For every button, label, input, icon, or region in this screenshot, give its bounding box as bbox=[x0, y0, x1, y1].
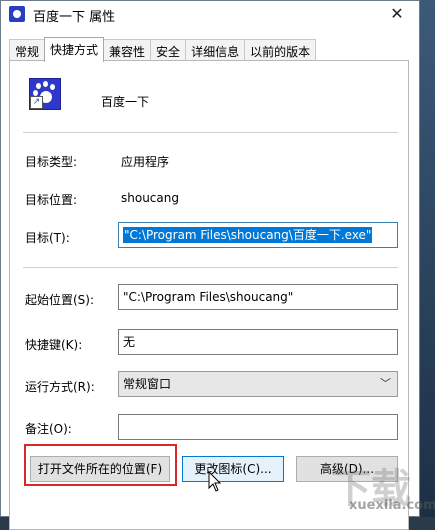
desktop-background-strip bbox=[420, 0, 435, 517]
target-type-label: 目标类型: bbox=[25, 155, 78, 169]
start-in-input[interactable]: "C:\Program Files\shoucang" bbox=[118, 284, 398, 310]
run-selected-value: 常规窗口 bbox=[123, 377, 172, 391]
tab-previous-versions[interactable]: 以前的版本 bbox=[244, 39, 317, 62]
hotkey-input[interactable]: 无 bbox=[118, 329, 398, 355]
hotkey-label: 快捷键(K): bbox=[25, 338, 83, 352]
change-icon-button[interactable]: 更改图标(C)... bbox=[182, 456, 284, 482]
shortcut-arrow-icon: ↗ bbox=[30, 96, 43, 109]
tab-shortcut[interactable]: 快捷方式 bbox=[44, 37, 105, 62]
start-in-label: 起始位置(S): bbox=[25, 293, 95, 307]
tab-strip: 常规 快捷方式 兼容性 安全 详细信息 以前的版本 bbox=[9, 37, 317, 62]
divider bbox=[23, 132, 398, 133]
watermark-url: xuexila.com bbox=[349, 498, 435, 513]
baidu-title-icon bbox=[9, 6, 25, 22]
tab-compatibility[interactable]: 兼容性 bbox=[103, 39, 152, 62]
highlight-annotation bbox=[24, 444, 177, 486]
target-type-value: 应用程序 bbox=[121, 155, 170, 169]
run-select[interactable]: 常规窗口 ﹀ bbox=[118, 371, 398, 397]
properties-dialog: 百度一下 属性 ✕ 常规 快捷方式 兼容性 安全 详细信息 以前的版本 ↗ 百度… bbox=[0, 0, 435, 530]
window-title: 百度一下 属性 bbox=[33, 10, 116, 25]
tab-security[interactable]: 安全 bbox=[150, 39, 187, 62]
tab-general[interactable]: 常规 bbox=[9, 39, 46, 62]
target-input[interactable]: "C:\Program Files\shoucang\百度一下.exe" bbox=[118, 222, 398, 248]
close-icon[interactable]: ✕ bbox=[383, 3, 411, 25]
target-label: 目标(T): bbox=[25, 231, 70, 245]
comment-label: 备注(O): bbox=[25, 422, 72, 436]
title-bar: 百度一下 属性 ✕ bbox=[1, 1, 419, 29]
shortcut-name: 百度一下 bbox=[101, 95, 150, 109]
divider bbox=[23, 267, 398, 268]
baidu-paw-shortcut-icon: ↗ bbox=[29, 78, 61, 110]
target-location-label: 目标位置: bbox=[25, 193, 78, 207]
target-value: "C:\Program Files\shoucang\百度一下.exe" bbox=[123, 227, 373, 243]
comment-input[interactable] bbox=[118, 414, 398, 440]
chevron-down-icon: ﹀ bbox=[380, 377, 391, 390]
run-label: 运行方式(R): bbox=[25, 380, 95, 394]
tab-details[interactable]: 详细信息 bbox=[185, 39, 246, 62]
mouse-cursor-icon bbox=[208, 471, 222, 492]
target-location-value: shoucang bbox=[121, 191, 179, 205]
